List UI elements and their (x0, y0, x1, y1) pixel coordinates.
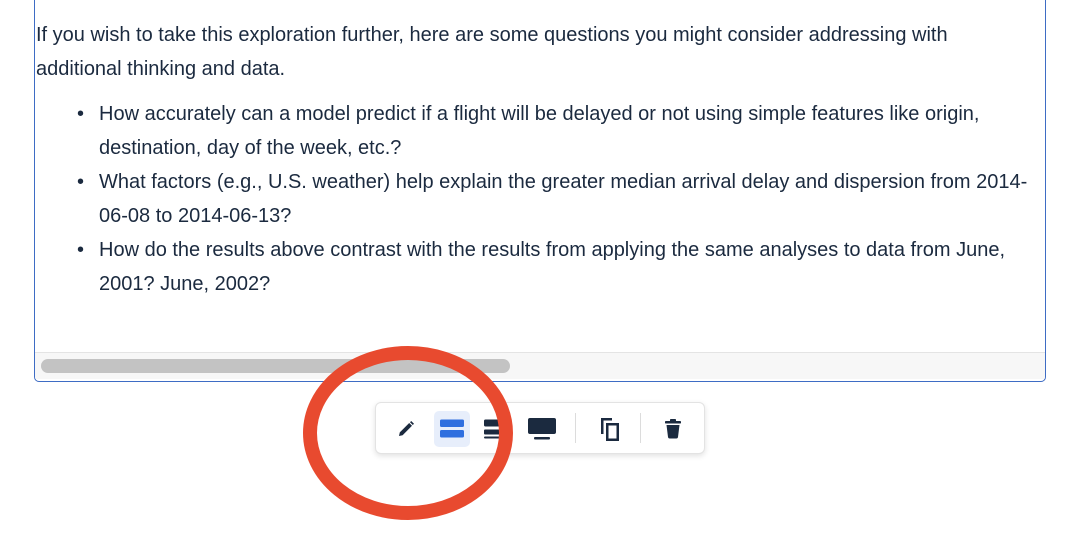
cell-content: If you wish to take this exploration fur… (35, 18, 1045, 301)
notebook-view: If you wish to take this exploration fur… (0, 0, 1074, 558)
list-item: • How accurately can a model predict if … (77, 97, 1039, 165)
question-text: How do the results above contrast with t… (99, 239, 1006, 295)
question-text: How accurately can a model predict if a … (99, 103, 980, 159)
layout-side-by-side-button[interactable] (478, 411, 514, 447)
horizontal-scrollbar[interactable] (35, 352, 1045, 379)
intro-paragraph: If you wish to take this exploration fur… (36, 24, 948, 80)
scrollbar-thumb[interactable] (41, 359, 510, 373)
delete-button[interactable] (655, 411, 691, 447)
trash-icon (665, 419, 681, 439)
cell-toolbar (375, 402, 705, 454)
questions-list: • How accurately can a model predict if … (35, 97, 1045, 301)
toolbar-separator (575, 413, 576, 443)
bullet: • (77, 239, 85, 261)
list-item: • What factors (e.g., U.S. weather) help… (77, 165, 1039, 233)
layout-default-icon (440, 419, 464, 438)
bullet: • (77, 103, 85, 125)
edit-button[interactable] (388, 411, 424, 447)
present-button[interactable] (524, 411, 560, 447)
layout-default-button[interactable] (434, 411, 470, 447)
layout-side-icon (484, 419, 508, 439)
markdown-cell[interactable]: If you wish to take this exploration fur… (34, 0, 1046, 382)
toolbar-separator (640, 413, 641, 443)
bullet: • (77, 171, 85, 193)
question-text: What factors (e.g., U.S. weather) help e… (99, 171, 1028, 227)
duplicate-button[interactable] (592, 411, 628, 447)
list-item: • How do the results above contrast with… (77, 233, 1039, 301)
monitor-icon (528, 418, 556, 440)
pencil-icon (399, 421, 414, 436)
copy-icon (601, 418, 619, 441)
